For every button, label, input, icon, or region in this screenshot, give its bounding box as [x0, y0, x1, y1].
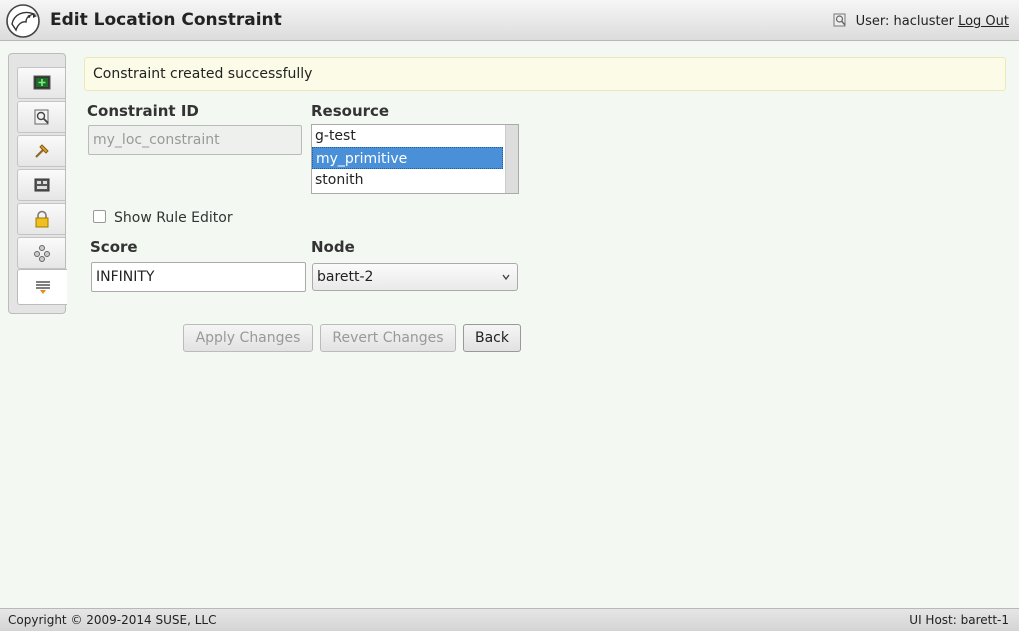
sidebar-item-cluster[interactable]: [17, 237, 65, 269]
footer-bar: Copyright © 2009-2014 SUSE, LLC UI Host:…: [0, 608, 1019, 631]
constraint-id-label: Constraint ID: [87, 102, 199, 120]
flash-message: Constraint created successfully: [84, 57, 1006, 91]
show-rule-editor-checkbox[interactable]: [93, 210, 106, 223]
config-tools-icon: [34, 144, 49, 158]
lock-icon: [35, 210, 48, 228]
resource-option[interactable]: g-test: [312, 125, 503, 147]
sidebar-item-monitor[interactable]: [17, 67, 65, 99]
ui-host-text: UI Host: barett-1: [909, 613, 1009, 627]
apply-changes-button[interactable]: Apply Changes: [183, 324, 313, 352]
page-title: Edit Location Constraint: [50, 10, 282, 30]
constraints-icon: [35, 281, 50, 294]
chevron-down-icon: [502, 274, 510, 281]
show-rule-editor-label: Show Rule Editor: [114, 210, 233, 226]
revert-changes-button[interactable]: Revert Changes: [320, 324, 456, 352]
sidebar-item-constraints[interactable]: [17, 269, 67, 305]
simulator-icon: [34, 178, 49, 192]
hawk-logo-icon: [6, 4, 40, 38]
sidebar-item-access[interactable]: [17, 203, 65, 235]
resource-option[interactable]: stonith: [312, 169, 503, 191]
resource-option-selected[interactable]: my_primitive: [312, 147, 503, 169]
sidebar-item-explore[interactable]: [17, 101, 65, 133]
resource-listbox[interactable]: g-test my_primitive stonith: [311, 124, 519, 194]
node-select[interactable]: barett-2: [312, 263, 518, 291]
listbox-scrollbar[interactable]: [505, 125, 518, 193]
sidebar-item-tools[interactable]: [17, 135, 65, 167]
logout-link[interactable]: Log Out: [958, 14, 1009, 29]
resource-label: Resource: [311, 102, 390, 120]
back-button[interactable]: Back: [463, 324, 521, 352]
constraint-id-input[interactable]: [88, 125, 302, 155]
user-label: User: hacluster: [855, 14, 954, 29]
header-bar: Edit Location Constraint User: hacluster…: [0, 0, 1019, 41]
score-input[interactable]: [91, 262, 306, 292]
user-icon: [833, 13, 847, 27]
node-select-value: barett-2: [317, 269, 374, 285]
cluster-icon: [33, 245, 50, 262]
score-label: Score: [90, 238, 138, 256]
node-label: Node: [311, 238, 355, 256]
copyright-text: Copyright © 2009-2014 SUSE, LLC: [8, 613, 217, 627]
monitor-icon: [33, 75, 50, 90]
sidebar-item-simulator[interactable]: [17, 169, 65, 201]
sidebar: [8, 53, 67, 314]
user-area: User: hacluster Log Out: [833, 13, 1009, 29]
explore-icon: [34, 109, 49, 125]
